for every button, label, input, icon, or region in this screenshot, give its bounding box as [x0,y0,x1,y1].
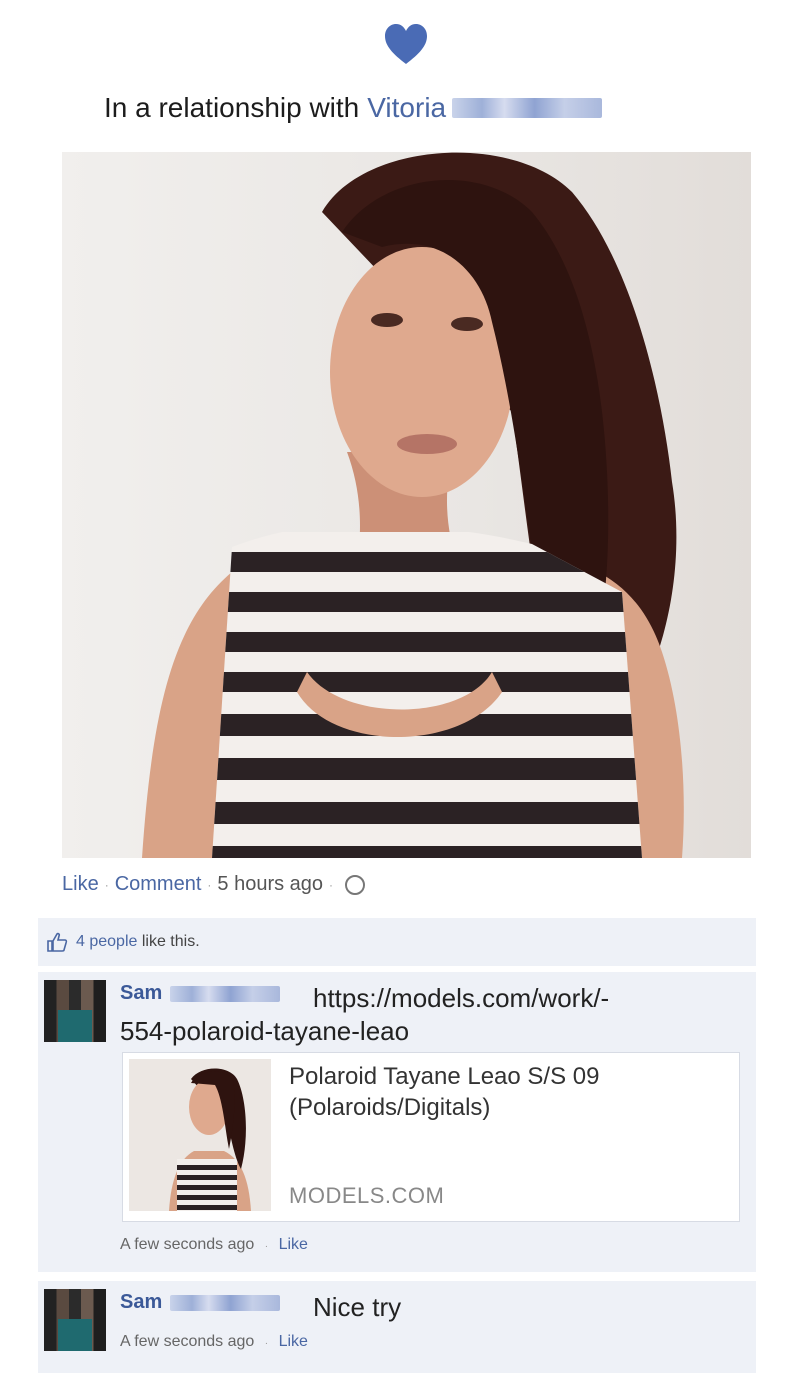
partner-name-link[interactable]: Vitoria [367,92,446,124]
avatar[interactable] [44,980,106,1042]
like-link[interactable]: Like [62,873,99,896]
relationship-status: In a relationship with Vitoria [104,92,603,124]
separator: · [264,1241,269,1252]
comment-meta: A few seconds ago · Like [120,1333,308,1351]
link-preview-subtitle[interactable]: (Polaroids/Digitals) [289,1094,490,1121]
link-preview-domain: MODELS.COM [289,1183,445,1208]
comment-author[interactable]: Sam [120,982,162,1005]
relationship-text: In a relationship with [104,92,360,123]
likes-summary: 4 people like this. [38,918,756,966]
separator: · [207,877,212,892]
comment-timestamp[interactable]: A few seconds ago [120,1236,254,1253]
comment-like-link[interactable]: Like [279,1333,308,1350]
comment-text-cont[interactable]: 554-polaroid-tayane-leao [120,1016,409,1046]
globe-icon[interactable] [345,874,366,895]
comment-meta: A few seconds ago · Like [120,1236,308,1254]
heart-icon [383,22,429,68]
post-actions: Like · Comment · 5 hours ago · [62,873,366,896]
likes-count-link[interactable]: 4 people [76,933,137,950]
separator: · [264,1338,269,1349]
avatar[interactable] [44,1289,106,1351]
link-preview-title[interactable]: Polaroid Tayane Leao S/S 09 [289,1063,599,1090]
profile-photo[interactable] [62,152,751,858]
thumbs-up-icon [47,932,68,952]
comment-link[interactable]: Comment [115,873,202,896]
comment-author[interactable]: Sam [120,1291,162,1314]
comment-item: Nice try Sam A few seconds ago · Like [38,1281,756,1373]
comment-like-link[interactable]: Like [279,1236,308,1253]
redacted-surname [170,985,281,1002]
post-timestamp[interactable]: 5 hours ago [217,873,323,896]
comment-text[interactable]: https://models.com/work/- [313,983,609,1013]
link-preview-card[interactable]: Polaroid Tayane Leao S/S 09 (Polaroids/D… [122,1052,740,1222]
redacted-surname [170,1294,281,1311]
separator: · [329,877,334,892]
comment-text: Nice try [313,1292,402,1322]
redacted-surname [452,98,603,118]
likes-suffix: like this. [141,933,200,950]
comment-timestamp[interactable]: A few seconds ago [120,1333,254,1350]
link-preview-thumbnail[interactable] [129,1059,271,1211]
comment-item: https://models.com/work/- 554-polaroid-t… [38,972,756,1272]
separator: · [104,877,109,892]
